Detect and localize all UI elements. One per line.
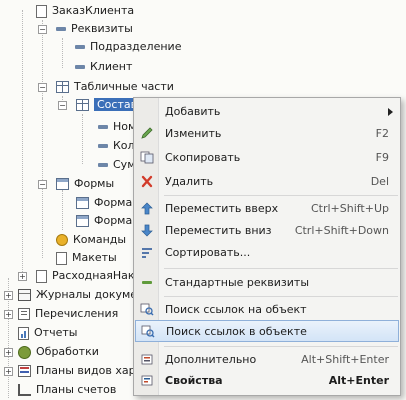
attribute-icon — [98, 125, 108, 129]
form-icon — [76, 197, 89, 209]
properties-icon — [141, 375, 153, 386]
menu-separator — [164, 296, 398, 297]
tree-node-forms[interactable]: Формы — [56, 175, 114, 193]
tree-node-journals[interactable]: Журналы докумен — [18, 286, 144, 304]
menu-item-advanced[interactable]: Дополнительно Alt+Shift+Enter — [135, 349, 399, 370]
menu-item-move-up[interactable]: Переместить вверх Ctrl+Shift+Up — [135, 198, 399, 219]
tree-node-reports[interactable]: Отчеты — [18, 324, 77, 342]
layout-icon — [56, 251, 67, 265]
menu-item-standard-attributes[interactable]: Стандартные реквизиты — [135, 272, 399, 293]
menu-item-copy[interactable]: Скопировать F9 — [135, 147, 399, 168]
tree-node-chart-types[interactable]: Планы видов хара — [18, 362, 142, 380]
tree-node-processors[interactable]: Обработки — [18, 343, 99, 361]
find-refs-icon — [140, 303, 154, 316]
collapse-icon[interactable]: − — [58, 101, 67, 110]
table-icon — [56, 81, 69, 93]
tree-node-sub-2[interactable]: Кол — [98, 137, 135, 155]
advanced-icon — [141, 354, 153, 365]
menu-item-sort[interactable]: Сортировать... — [135, 242, 399, 263]
attribute-icon — [98, 144, 108, 148]
tree-node-tabular-parts[interactable]: Табличные части — [56, 78, 174, 96]
tree-node-order[interactable]: ЗаказКлиента — [36, 2, 134, 20]
tree-node-expense-doc[interactable]: РасходнаяНак — [36, 267, 134, 285]
sort-icon — [142, 248, 152, 258]
tree-node-attr-client[interactable]: Клиент — [75, 58, 132, 76]
tree-guide-line — [62, 190, 63, 230]
tree-node-composition[interactable]: Состав — [76, 96, 141, 114]
table-icon — [76, 99, 89, 111]
find-refs-in-icon — [141, 325, 155, 338]
tree-node-form-2[interactable]: Форма — [76, 212, 132, 230]
copy-icon — [140, 151, 154, 164]
tree-node-attributes[interactable]: Реквизиты — [56, 20, 133, 38]
menu-item-add[interactable]: Добавить — [135, 101, 399, 122]
arrow-down-icon — [141, 224, 153, 237]
attribute-icon — [98, 163, 108, 167]
tree-node-chart-accounts[interactable]: Планы счетов — [18, 381, 116, 399]
menu-item-edit[interactable]: Изменить F2 — [135, 123, 399, 144]
menu-item-find-refs-to-object[interactable]: Поиск ссылок на объект — [135, 299, 399, 320]
expand-icon[interactable]: + — [4, 310, 13, 319]
tree-node-sub-3[interactable]: Сум — [98, 156, 136, 174]
menu-item-properties[interactable]: Свойства Alt+Enter — [135, 370, 399, 391]
tree-guide-line — [42, 98, 43, 258]
expand-icon[interactable]: + — [4, 367, 13, 376]
expand-icon[interactable]: + — [4, 291, 13, 300]
menu-item-move-down[interactable]: Переместить вниз Ctrl+Shift+Down — [135, 220, 399, 241]
collapse-icon[interactable]: − — [38, 180, 47, 189]
chart-types-icon — [18, 365, 31, 377]
tree-node-form-1[interactable]: Форма — [76, 194, 132, 212]
chart-accounts-icon — [18, 384, 31, 396]
command-icon — [56, 234, 68, 246]
context-menu: Добавить Изменить F2 Скопировать F9 Удал… — [133, 97, 401, 396]
pencil-icon — [141, 127, 153, 139]
tree-guide-line — [82, 114, 83, 164]
delete-icon — [141, 175, 153, 188]
standard-attributes-icon — [142, 281, 152, 284]
attributes-icon — [56, 27, 66, 31]
tree-node-layouts[interactable]: Макеты — [56, 249, 117, 267]
tree-guide-line — [62, 38, 63, 68]
collapse-icon[interactable]: − — [38, 25, 47, 34]
tree-guide-line — [22, 10, 23, 278]
expand-icon[interactable]: + — [18, 272, 27, 281]
report-icon — [18, 326, 29, 340]
expand-icon[interactable]: + — [4, 348, 13, 357]
submenu-arrow-icon — [388, 108, 393, 116]
menu-item-delete[interactable]: Удалить Del — [135, 171, 399, 192]
tree-node-attr-department[interactable]: Подразделение — [75, 38, 181, 56]
tree-node-sub-1[interactable]: Ном — [98, 118, 136, 136]
form-icon — [56, 178, 69, 190]
document-icon — [36, 4, 47, 18]
attribute-icon — [75, 65, 85, 69]
processor-icon — [18, 345, 31, 359]
menu-separator — [164, 195, 398, 196]
document-icon — [36, 269, 47, 283]
attribute-icon — [75, 45, 85, 49]
journal-icon — [18, 289, 31, 301]
tree-node-enums[interactable]: Перечисления — [18, 305, 118, 323]
form-icon — [76, 215, 89, 227]
collapse-icon[interactable]: − — [38, 83, 47, 92]
tree-node-commands[interactable]: Команды — [56, 231, 126, 249]
menu-item-find-refs-in-object[interactable]: Поиск ссылок в объекте — [135, 320, 399, 342]
enum-icon — [18, 308, 30, 320]
arrow-up-icon — [141, 202, 153, 215]
menu-separator — [164, 346, 398, 347]
menu-separator — [164, 268, 398, 269]
